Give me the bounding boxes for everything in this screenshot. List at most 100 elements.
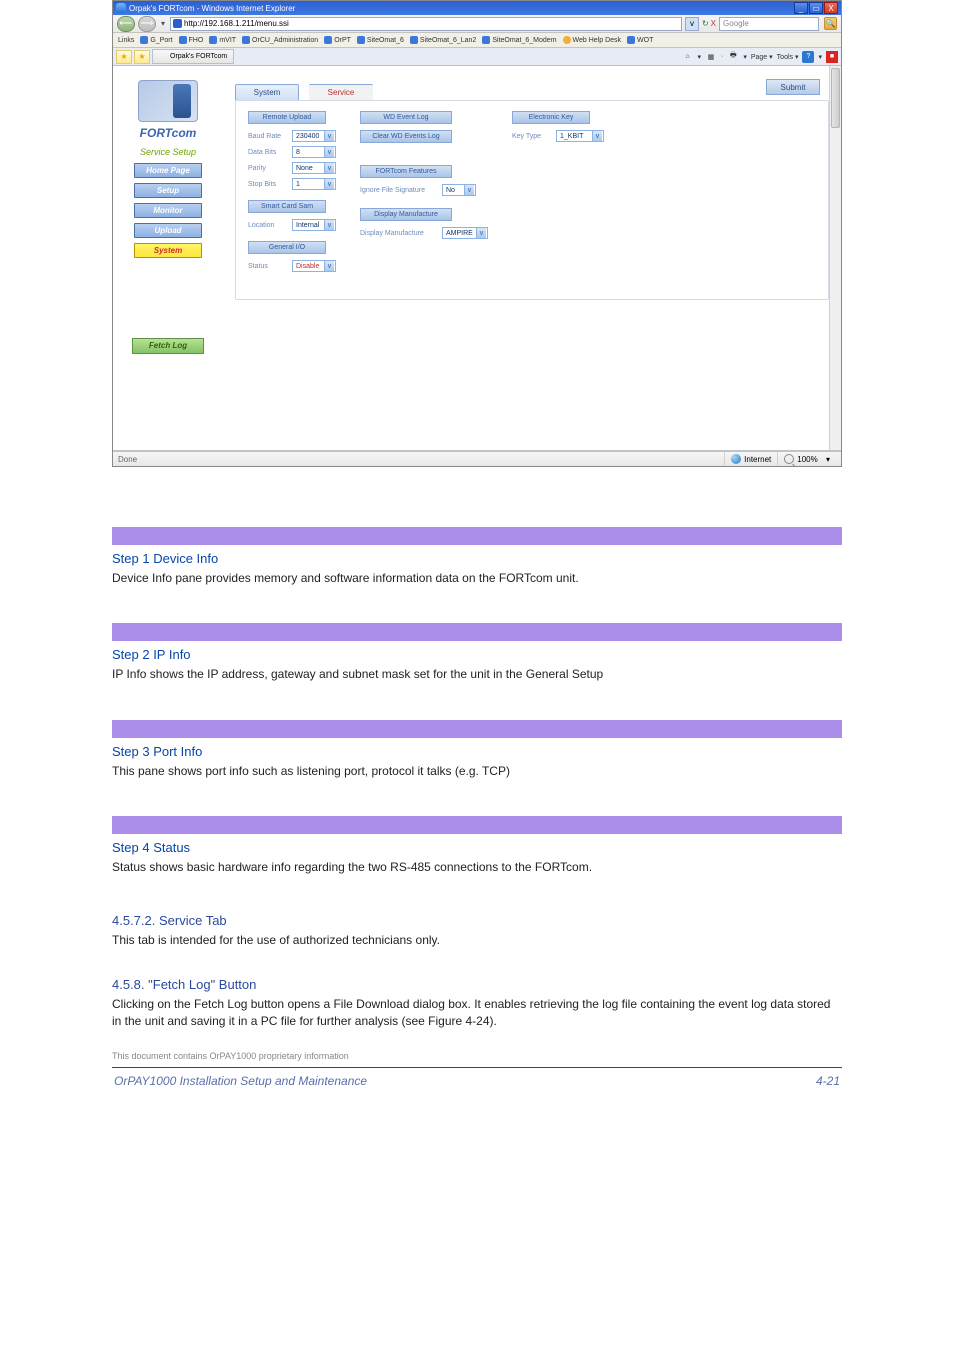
address-go-dropdown[interactable]: v bbox=[685, 17, 699, 31]
purple-bar bbox=[112, 527, 842, 545]
sidebar-monitor[interactable]: Monitor bbox=[134, 203, 202, 218]
ignore-file-sig-label: Ignore File Signature bbox=[360, 187, 438, 194]
page-content: FORTcom Service Setup Home Page Setup Mo… bbox=[113, 66, 841, 451]
sidebar-setup[interactable]: Setup bbox=[134, 183, 202, 198]
browser-window: Orpak's FORTcom - Windows Internet Explo… bbox=[112, 0, 842, 467]
main-panel: System Service Submit Remote Upload Baud… bbox=[223, 66, 841, 450]
page-icon bbox=[627, 36, 635, 44]
status-zone: Internet bbox=[724, 452, 777, 466]
display-manufacture-select[interactable]: AMPIREv bbox=[442, 227, 488, 239]
link-orpt[interactable]: OrPT bbox=[324, 36, 351, 44]
add-favorite-button[interactable]: ★ bbox=[134, 50, 150, 64]
link-fho[interactable]: FHO bbox=[179, 36, 204, 44]
link-siteomat6[interactable]: SiteOmat_6 bbox=[357, 36, 404, 44]
address-bar[interactable]: http://192.168.1.211/menu.ssi bbox=[170, 17, 682, 31]
proprietary-note: This document contains OrPAY1000 proprie… bbox=[112, 1051, 842, 1061]
submit-button[interactable]: Submit bbox=[766, 79, 820, 95]
search-button[interactable]: 🔍 bbox=[824, 17, 837, 30]
window-maximize-button[interactable]: ▭ bbox=[809, 2, 823, 14]
general-io-header: General I/O bbox=[248, 241, 326, 254]
link-label: FHO bbox=[189, 37, 204, 44]
wd-event-column: WD Event Log Clear WD Events Log FORTcom… bbox=[360, 111, 488, 274]
link-siteomat6-modem[interactable]: SiteOmat_6_Modem bbox=[482, 36, 556, 44]
page-icon bbox=[140, 36, 148, 44]
step3-body: This pane shows port info such as listen… bbox=[112, 763, 842, 780]
dropdown-icon[interactable]: ▾ bbox=[743, 53, 747, 61]
refresh-icon[interactable]: ↻ bbox=[702, 19, 709, 28]
tab-favicon bbox=[159, 53, 167, 61]
remote-upload-column: Remote Upload Baud Rate 230400v Data Bit… bbox=[248, 111, 336, 274]
link-orcu-admin[interactable]: OrCU_Administration bbox=[242, 36, 318, 44]
electronic-key-header: Electronic Key bbox=[512, 111, 590, 124]
page-menu[interactable]: Page ▾ bbox=[751, 53, 773, 61]
purple-bar bbox=[112, 623, 842, 641]
link-siteomat6-lan2[interactable]: SiteOmat_6_Lan2 bbox=[410, 36, 476, 44]
vertical-scrollbar[interactable] bbox=[829, 66, 841, 450]
window-titlebar: Orpak's FORTcom - Windows Internet Explo… bbox=[113, 1, 841, 15]
window-close-button[interactable]: X bbox=[824, 2, 838, 14]
chevron-down-icon: v bbox=[464, 185, 474, 195]
clear-wd-events-button[interactable]: Clear WD Events Log bbox=[360, 130, 452, 143]
nav-history-dropdown[interactable]: ▾ bbox=[159, 19, 167, 28]
favorites-button[interactable]: ★ bbox=[116, 50, 132, 64]
command-bar: ⌂ ▾ ▦ · 🖶 ▾ Page ▾ Tools ▾ ? ▾ ■ bbox=[681, 51, 838, 63]
location-select[interactable]: Internalv bbox=[292, 219, 336, 231]
link-web-help-desk[interactable]: Web Help Desk bbox=[563, 36, 622, 44]
data-bits-select[interactable]: 8v bbox=[292, 146, 336, 158]
sidebar-system[interactable]: System bbox=[134, 243, 202, 258]
browser-tab[interactable]: Orpak's FORTcom bbox=[152, 49, 234, 64]
scrollbar-thumb[interactable] bbox=[831, 68, 840, 128]
tools-menu[interactable]: Tools ▾ bbox=[777, 53, 799, 61]
page-icon bbox=[179, 36, 187, 44]
feeds-icon[interactable]: ▦ bbox=[705, 51, 717, 63]
ie-icon bbox=[116, 3, 126, 13]
ignore-file-sig-select[interactable]: Nov bbox=[442, 184, 476, 196]
dropdown-icon[interactable]: ▾ bbox=[697, 53, 701, 61]
baud-rate-select[interactable]: 230400v bbox=[292, 130, 336, 142]
status-select[interactable]: Disablev bbox=[292, 260, 336, 272]
browser-status-bar: Done Internet 100% ▾ bbox=[113, 451, 841, 466]
key-type-select[interactable]: 1_KBITv bbox=[556, 130, 604, 142]
stop-bits-label: Stop Bits bbox=[248, 181, 288, 188]
fetch-log-button[interactable]: Fetch Log bbox=[132, 338, 204, 354]
search-icon: 🔍 bbox=[826, 19, 836, 28]
sidebar-upload[interactable]: Upload bbox=[134, 223, 202, 238]
chevron-down-icon: v bbox=[324, 261, 334, 271]
tab-service[interactable]: Service bbox=[309, 84, 373, 100]
status-zoom[interactable]: 100% ▾ bbox=[777, 452, 836, 466]
page-icon bbox=[324, 36, 332, 44]
chevron-down-icon: v bbox=[324, 179, 334, 189]
security-report-icon[interactable]: ■ bbox=[826, 51, 838, 63]
link-mvit[interactable]: mVIT bbox=[209, 36, 236, 44]
page-icon bbox=[242, 36, 250, 44]
remote-upload-header: Remote Upload bbox=[248, 111, 326, 124]
purple-bar bbox=[112, 816, 842, 834]
parity-select[interactable]: Nonev bbox=[292, 162, 336, 174]
chevron-down-icon: v bbox=[476, 228, 486, 238]
step1-heading: Step 1 Device Info bbox=[112, 551, 842, 566]
search-box[interactable]: Google bbox=[719, 17, 819, 31]
link-gport[interactable]: G_Port bbox=[140, 36, 172, 44]
back-button[interactable]: ⟵ bbox=[117, 16, 135, 32]
forward-button[interactable]: ⟶ bbox=[138, 16, 156, 32]
link-wot[interactable]: WOT bbox=[627, 36, 653, 44]
link-label: SiteOmat_6_Lan2 bbox=[420, 37, 476, 44]
service-tab-text: This tab is intended for the use of auth… bbox=[112, 932, 842, 949]
dropdown-icon[interactable]: ▾ bbox=[818, 53, 822, 61]
help-icon[interactable]: ? bbox=[802, 51, 814, 63]
home-icon[interactable]: ⌂ bbox=[681, 51, 693, 63]
link-label: mVIT bbox=[219, 37, 236, 44]
location-label: Location bbox=[248, 222, 288, 229]
link-label: G_Port bbox=[150, 37, 172, 44]
step3-heading: Step 3 Port Info bbox=[112, 744, 842, 759]
cancel-load-icon[interactable]: X bbox=[711, 19, 716, 28]
tab-system[interactable]: System bbox=[235, 84, 299, 100]
document-body: Step 1 Device Info Device Info pane prov… bbox=[112, 527, 842, 1061]
step4-body: Status shows basic hardware info regardi… bbox=[112, 859, 842, 876]
print-icon[interactable]: 🖶 bbox=[727, 51, 739, 63]
link-label: SiteOmat_6 bbox=[367, 37, 404, 44]
window-minimize-button[interactable]: _ bbox=[794, 2, 808, 14]
page-icon bbox=[357, 36, 365, 44]
stop-bits-select[interactable]: 1v bbox=[292, 178, 336, 190]
sidebar-home-page[interactable]: Home Page bbox=[134, 163, 202, 178]
